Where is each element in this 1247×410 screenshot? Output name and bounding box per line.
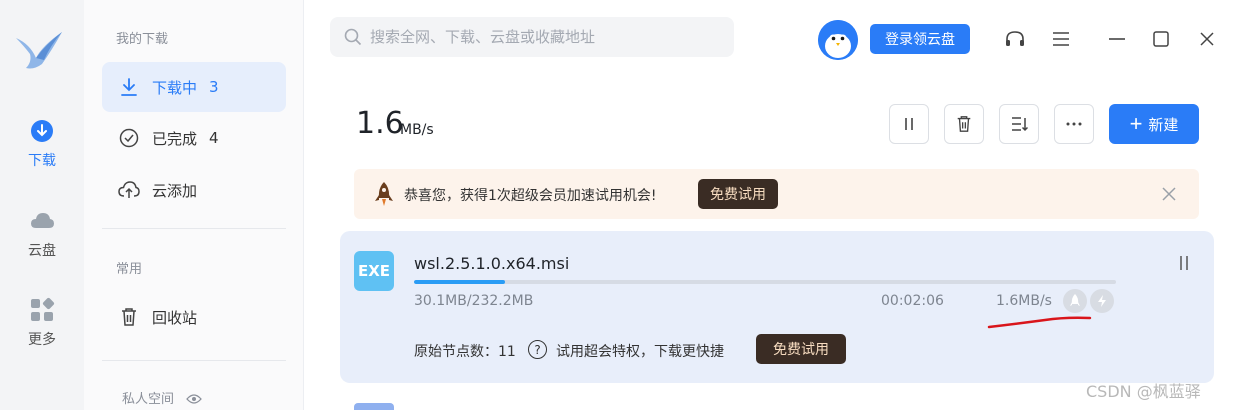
search-icon [344, 28, 362, 46]
sidebar-item-label: 已完成 [152, 129, 198, 148]
left-rail: 下载 云盘 更多 [0, 0, 84, 410]
help-question-icon[interactable]: ? [528, 340, 547, 359]
apps-grid-icon [31, 297, 55, 321]
rail-item-label: 更多 [28, 332, 56, 348]
file-type-badge: EXE [354, 251, 394, 291]
pause-icon [905, 118, 913, 130]
menu-icon[interactable] [1048, 26, 1074, 52]
sidebar-item-label: 下载中 [152, 78, 198, 97]
plus-icon: + [1129, 111, 1143, 136]
next-task-thumbnail [354, 403, 394, 410]
rail-item-more[interactable]: 更多 [0, 297, 84, 349]
task-speed: 1.6MB/s [996, 293, 1052, 309]
login-button[interactable]: 登录领云盘 [870, 24, 970, 54]
rail-item-download[interactable]: 下载 [0, 118, 84, 170]
download-arrow-icon [118, 76, 140, 98]
eye-icon [186, 394, 203, 404]
sidebar-section-title[interactable]: 私人空间 [122, 388, 203, 407]
task-progress-bar [414, 280, 1116, 284]
check-circle-icon [118, 127, 140, 149]
new-task-label: 新建 [1148, 116, 1179, 134]
new-task-button[interactable]: + 新建 [1109, 104, 1199, 144]
avatar[interactable] [818, 20, 858, 60]
private-space-label: 私人空间 [122, 392, 175, 407]
accelerate-rocket-icon[interactable] [1063, 289, 1087, 313]
sidebar-divider [102, 228, 286, 229]
maximize-icon[interactable] [1148, 26, 1174, 52]
close-icon[interactable] [1194, 26, 1220, 52]
cloud-upload-icon [118, 179, 140, 201]
task-free-trial-button[interactable]: 免费试用 [756, 334, 846, 364]
app-window: 下载 云盘 更多 我的下载 下载中 3 已完成 4 云添加 常用 回收站 私人空… [0, 0, 1247, 410]
task-time-left: 00:02:06 [881, 293, 944, 309]
lightning-icon[interactable] [1090, 289, 1114, 313]
search-input[interactable] [370, 28, 710, 46]
sidebar-section-title: 常用 [116, 262, 143, 277]
sidebar-item-count: 4 [209, 129, 219, 147]
bird-avatar-icon [818, 20, 858, 60]
sidebar-item-downloading[interactable]: 下载中 3 [102, 62, 286, 112]
promo-free-trial-button[interactable]: 免费试用 [698, 179, 778, 209]
sidebar-item-completed[interactable]: 已完成 4 [102, 113, 286, 163]
search-bar[interactable] [330, 17, 734, 57]
sidebar-item-recycle[interactable]: 回收站 [102, 292, 286, 342]
minimize-icon[interactable] [1104, 26, 1130, 52]
promo-close-icon[interactable] [1160, 185, 1178, 203]
headset-icon[interactable] [1002, 26, 1028, 52]
rail-item-cloud[interactable]: 云盘 [0, 208, 84, 260]
sort-button[interactable] [999, 104, 1039, 144]
rail-item-label: 云盘 [28, 243, 56, 259]
trash-icon [118, 306, 140, 328]
total-speed-unit: MB/s [400, 122, 434, 138]
app-logo-icon [16, 32, 62, 69]
trash-icon [957, 116, 971, 132]
rail-item-label: 下载 [28, 153, 56, 169]
task-progress-fill [414, 280, 506, 284]
task-pause-icon[interactable] [1176, 254, 1192, 272]
cloud-icon [31, 213, 54, 228]
sidebar-item-label: 云添加 [152, 181, 198, 200]
more-dots-icon [1066, 122, 1082, 126]
watermark: CSDN @枫蓝驿 [1086, 382, 1201, 401]
task-filename: wsl.2.5.1.0.x64.msi [414, 254, 570, 273]
sidebar-section-title: 我的下载 [116, 32, 169, 47]
sidebar: 我的下载 下载中 3 已完成 4 云添加 常用 回收站 私人空间 [84, 0, 304, 410]
delete-button[interactable] [944, 104, 984, 144]
sidebar-divider [102, 360, 286, 361]
download-circle-icon [31, 120, 53, 142]
sidebar-item-label: 回收站 [152, 308, 198, 327]
rocket-icon [375, 182, 393, 206]
sort-icon [1012, 117, 1028, 132]
task-node-count: 原始节点数：11 [414, 344, 516, 360]
promo-text: 恭喜您，获得1次超级会员加速试用机会! [404, 188, 657, 204]
more-button[interactable] [1054, 104, 1094, 144]
pause-all-button[interactable] [889, 104, 929, 144]
task-privilege-text: 试用超会特权，下载更快捷 [556, 344, 724, 360]
red-annotation-underline [987, 316, 1092, 329]
sidebar-item-count: 3 [209, 78, 219, 96]
total-speed-value: 1.6 [356, 106, 404, 141]
task-size: 30.1MB/232.2MB [414, 293, 534, 309]
sidebar-item-cloud-add[interactable]: 云添加 [102, 165, 286, 215]
